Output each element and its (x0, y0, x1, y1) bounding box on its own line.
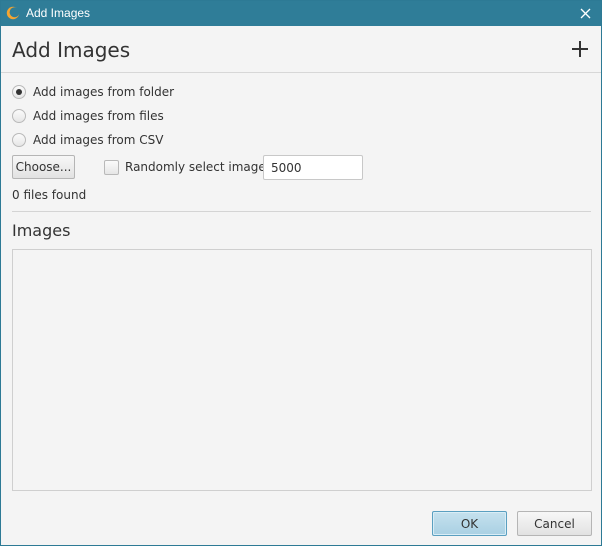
ok-button[interactable]: OK (432, 511, 507, 536)
add-images-dialog: Add Images Add Images Add images from fo… (0, 0, 602, 546)
page-title: Add Images (12, 38, 131, 62)
section-divider (12, 211, 591, 212)
window-title: Add Images (26, 6, 91, 20)
random-select-checkbox[interactable] (104, 159, 119, 175)
app-logo-icon (6, 6, 20, 20)
choose-button[interactable]: Choose... (12, 155, 75, 179)
random-select-label: Randomly select images: (125, 160, 277, 174)
files-found-status: 0 files found (12, 188, 87, 202)
close-button[interactable] (569, 1, 601, 26)
radio-label: Add images from CSV (33, 133, 164, 147)
radio-add-from-files[interactable]: Add images from files (12, 107, 164, 125)
random-select-toggle[interactable]: Randomly select images: (104, 159, 276, 175)
dialog-header: Add Images (1, 26, 601, 73)
cancel-button[interactable]: Cancel (517, 511, 592, 536)
title-bar[interactable]: Add Images (1, 1, 601, 26)
radio-button[interactable] (12, 109, 26, 123)
radio-add-from-csv[interactable]: Add images from CSV (12, 131, 163, 149)
radio-add-from-folder[interactable]: Add images from folder (12, 83, 174, 101)
close-icon (580, 8, 590, 19)
images-list[interactable] (12, 249, 592, 491)
random-count-input[interactable] (263, 155, 363, 180)
radio-button-selected[interactable] (12, 85, 26, 99)
radio-label: Add images from folder (33, 85, 175, 99)
radio-button[interactable] (12, 133, 26, 147)
plus-icon[interactable] (571, 40, 589, 58)
radio-label: Add images from files (33, 109, 164, 123)
dialog-content: Add images from folder Add images from f… (1, 73, 601, 545)
images-section-heading: Images (12, 221, 71, 240)
